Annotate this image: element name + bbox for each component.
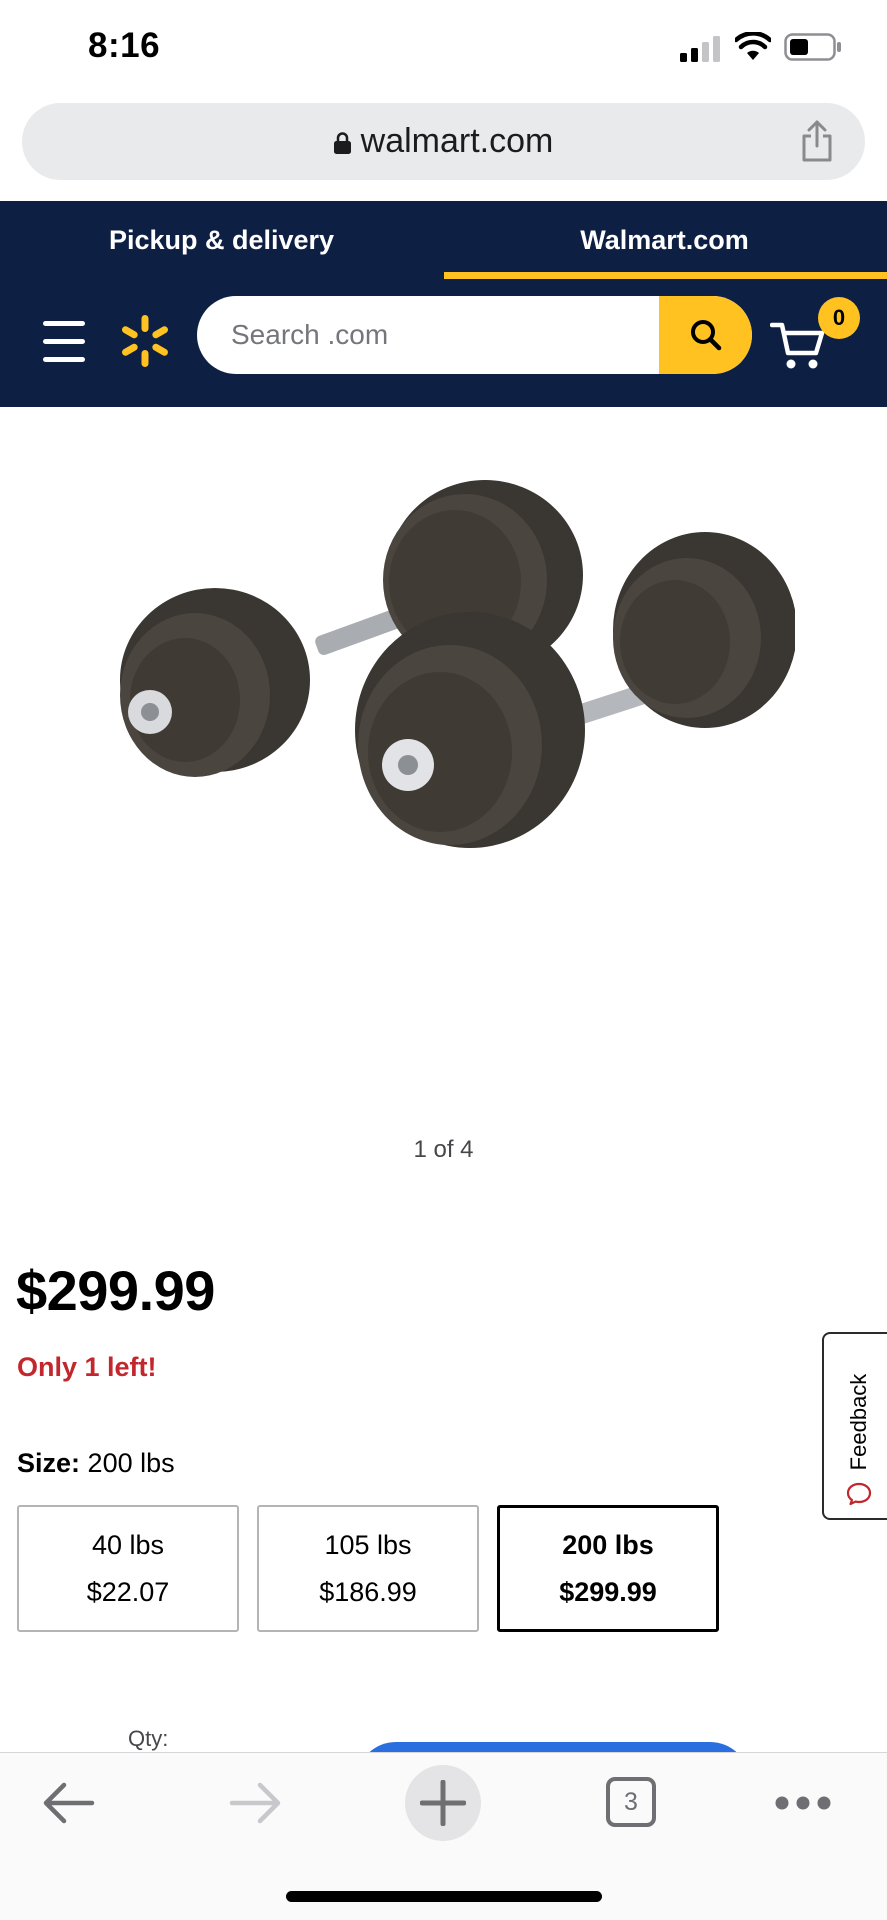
battery-icon [784,33,841,61]
size-label: Size: [17,1448,81,1478]
active-tab-indicator [444,272,887,279]
url-display: walmart.com [22,103,865,180]
menu-icon[interactable] [43,321,85,363]
size-option-40-lbs[interactable]: 40 lbs $22.07 [17,1505,239,1632]
cart-count-badge[interactable]: 0 [818,297,860,339]
site-header: Pickup & delivery Walmart.com 0 [0,201,887,407]
spark-logo-icon[interactable] [117,313,173,369]
stock-message: Only 1 left! [17,1352,157,1382]
status-bar: 8:16 [0,0,887,98]
size-option-weight: 40 lbs [91,1529,165,1560]
feedback-button[interactable]: Feedback [822,1332,887,1520]
lock-icon [333,132,351,154]
product-price: $299.99 [16,1259,215,1322]
forward-arrow-icon[interactable] [228,1778,284,1828]
tab-walmart-com[interactable]: Walmart.com [443,201,886,279]
more-icon[interactable] [775,1793,831,1813]
back-arrow-icon[interactable] [40,1778,96,1828]
size-option-105-lbs[interactable]: 105 lbs $186.99 [257,1505,479,1632]
tab-pickup-delivery[interactable]: Pickup & delivery [0,201,443,279]
address-bar[interactable]: walmart.com [22,103,865,180]
cellular-signal-icon [680,36,720,62]
status-time: 8:16 [88,26,161,65]
new-tab-button[interactable] [405,1765,481,1841]
image-counter: 1 of 4 [413,1136,474,1163]
size-option-weight: 105 lbs [324,1529,412,1560]
search-box [197,296,752,374]
share-icon[interactable] [799,119,835,163]
size-option-200-lbs[interactable]: 200 lbs $299.99 [497,1505,719,1632]
plus-icon [420,1780,466,1826]
chat-icon [846,1482,872,1506]
fulfillment-tabs: Pickup & delivery Walmart.com [0,201,887,279]
size-option-price: $186.99 [319,1576,417,1607]
feedback-label: Feedback [846,1373,871,1471]
quantity-label: Qty: [128,1726,169,1751]
product-image[interactable] [95,480,795,880]
search-icon [690,320,721,351]
size-option-price: $299.99 [559,1576,657,1607]
tabs-button[interactable]: 3 [606,1777,656,1827]
search-button[interactable] [659,296,752,374]
size-option-weight: 200 lbs [562,1529,654,1560]
size-option-price: $22.07 [86,1576,170,1607]
search-input[interactable] [197,296,659,374]
size-selection: Size: 200 lbs [17,1448,175,1479]
home-indicator [286,1891,602,1902]
size-value: 200 lbs [87,1448,175,1478]
wifi-icon [735,32,771,60]
url-text: walmart.com [360,122,554,160]
